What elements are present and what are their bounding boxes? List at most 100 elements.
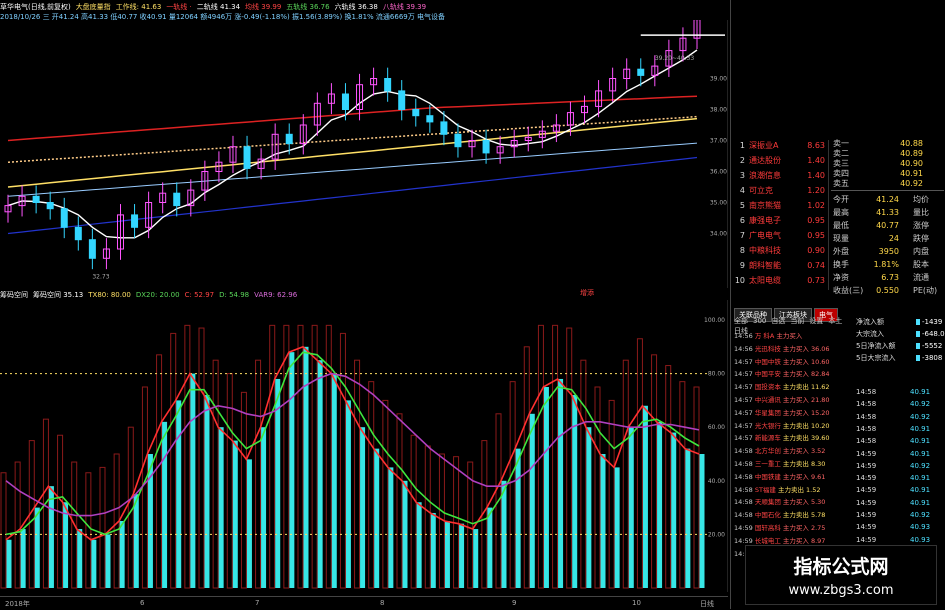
ind-y-tick: 80.00 (708, 371, 725, 378)
ind-bar (671, 432, 677, 588)
event-stock: 光大银行 (754, 421, 783, 430)
sector-list[interactable]: 1 深振业A 8.63 2 通达股份 1.40 3 浪潮信息 1.40 4 可立克 1.20 5 南京熊猫… (733, 140, 829, 290)
ind-bg-bar (594, 386, 601, 589)
event-action: 主力买入 9.61 (782, 472, 826, 481)
ind-y-tick: 40.00 (708, 478, 725, 485)
sector-rank: 4 (739, 186, 745, 195)
event-row: 14:57 新能源车 主力卖出 39.60 (734, 432, 830, 444)
candle-body (74, 226, 82, 241)
header-item: 草华电气(日线,前复权) (0, 3, 71, 11)
stat-value: 40.77 (876, 221, 899, 230)
tick-time: 14:58 (856, 437, 877, 446)
ind-bar (444, 521, 450, 588)
tick-time: 14:59 (856, 498, 877, 507)
candle-body (454, 133, 462, 148)
stat-label-2: 跌停 (913, 234, 929, 243)
tab-bar[interactable]: 关联品种 江苏板块 电气 (734, 302, 945, 322)
toolbar-item[interactable]: 全部 (734, 317, 748, 325)
stat-row: 净资 6.73 流通 (833, 272, 945, 284)
ind-bg-bar (85, 472, 92, 589)
tick-price: 40.92 (910, 511, 931, 519)
ind-bar (77, 529, 83, 588)
ma-line (7, 156, 698, 235)
stat-label-2: 流通 (913, 273, 929, 282)
sector-row[interactable]: 2 通达股份 1.40 (733, 155, 828, 167)
main-y-tick: 34.00 (710, 231, 727, 238)
sector-row[interactable]: 6 康强电子 0.95 (733, 215, 828, 227)
candle-body (32, 195, 40, 204)
ind-bar (473, 529, 479, 588)
sector-row[interactable]: 3 浪潮信息 1.40 (733, 170, 828, 182)
event-row: 14:57 国投资本 主力卖出 11.62 (734, 381, 830, 393)
stat-label-2: 内盘 (913, 247, 929, 256)
event-stock: 光迅科技 (754, 344, 783, 353)
indicator-param: 筹码空间 (0, 291, 28, 299)
flow-value: -5552 (922, 342, 943, 350)
ind-bar (232, 440, 238, 588)
flow-toolbar[interactable]: 全部 300 自选 当前 设置 本土日线 (734, 316, 854, 335)
sector-row[interactable]: 9 朗科智能 0.74 (733, 260, 828, 272)
candle-body (46, 202, 54, 210)
sector-row[interactable]: 10 太阳电缆 0.73 (733, 275, 828, 287)
event-stock: 万 科A (754, 332, 777, 340)
ind-bar (345, 400, 351, 588)
event-time: 14:58 (734, 498, 755, 507)
stat-label: 换手 (833, 260, 849, 269)
sector-row[interactable]: 8 中粮科技 0.90 (733, 245, 828, 257)
sector-rank: 7 (739, 231, 745, 240)
right-info-panel: 1 深振业A 8.63 2 通达股份 1.40 3 浪潮信息 1.40 4 可立克 1.20 5 南京熊猫… (730, 0, 945, 609)
indicator-param: VAR9: 62.96 (254, 291, 298, 299)
candlestick-chart[interactable]: 39.00 38.00 37.00 36.00 35.00 34.00 32.73 39.20… (0, 20, 728, 288)
header-item: 八轨线 39.39 (382, 3, 427, 11)
low-label: 32.73 (92, 274, 109, 281)
flow-bar (916, 319, 920, 325)
sector-value: 0.74 (807, 261, 825, 270)
toolbar-item[interactable]: 自选 (771, 317, 785, 325)
toolbar-item[interactable]: 当前 (790, 317, 804, 325)
sector-rank: 5 (739, 201, 745, 210)
event-action: 主力买入 15.20 (782, 408, 830, 417)
indicator-chart[interactable]: 100.00 80.00 60.00 40.00 20.00 (0, 300, 728, 592)
event-stock: 新能源车 (754, 434, 783, 443)
stat-label-2: 均价 (913, 195, 929, 204)
ind-bar (586, 427, 592, 588)
ind-bg-bar (679, 381, 686, 589)
event-action: 主力卖出 1.52 (777, 485, 821, 494)
main-y-tick: 39.00 (710, 76, 727, 83)
toolbar-item[interactable]: 设置 (809, 317, 823, 325)
stat-label-2: 涨停 (913, 221, 929, 230)
sector-row[interactable]: 5 南京熊猫 1.02 (733, 200, 828, 212)
candle-body (398, 90, 406, 111)
sector-row[interactable]: 4 可立克 1.20 (733, 185, 828, 197)
candle-body (384, 78, 392, 92)
toolbar-item[interactable]: 300 (753, 317, 766, 325)
sector-value: 1.02 (807, 201, 825, 210)
ind-bar (515, 448, 521, 588)
tick-price: 40.91 (910, 388, 931, 396)
sector-row[interactable]: 1 深振业A 8.63 (733, 140, 828, 152)
tick-row: 14:58 40.92 (856, 398, 945, 410)
ind-bar (685, 448, 691, 588)
sector-rank: 6 (739, 216, 745, 225)
ind-bar (63, 502, 69, 588)
event-row: 14:57 光大银行 主力卖出 10.20 (734, 420, 830, 432)
event-stock: 中兴通讯 (754, 396, 783, 404)
sector-row[interactable]: 7 广电电气 0.95 (733, 230, 828, 242)
ind-bg-bar (509, 381, 516, 589)
event-row: 14:58 中国石化 主力卖出 5.78 (734, 509, 825, 521)
candle-body (285, 133, 293, 145)
ind-bg-bar (651, 354, 658, 589)
ind-bg-bar (99, 466, 106, 589)
ind-bar (558, 378, 564, 588)
toolbar-item[interactable]: 本土 (828, 317, 842, 325)
ma-line (7, 49, 698, 239)
stat-value: 41.24 (876, 195, 899, 204)
event-time: 14:57 (734, 383, 755, 392)
stat-row: 外盘 3950 内盘 (833, 246, 945, 258)
event-action: 主力卖出 8.30 (782, 460, 826, 468)
header-item: 一轨线 · (166, 3, 192, 11)
ind-y-tick: 20.00 (708, 531, 725, 538)
sector-rank: 8 (739, 246, 745, 255)
flow-label: 5日净流入额 (856, 342, 896, 350)
tick-price: 40.93 (910, 535, 931, 544)
